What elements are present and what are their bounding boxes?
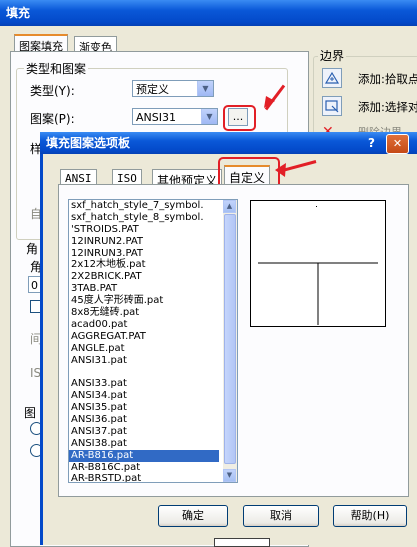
type-dropdown[interactable]: 预定义 ▼ bbox=[132, 80, 214, 97]
close-icon[interactable]: ✕ bbox=[386, 134, 409, 154]
background-thumbnail bbox=[214, 538, 270, 547]
preview-drawing bbox=[258, 206, 378, 325]
list-item[interactable]: 12INRUN3.PAT bbox=[69, 248, 219, 260]
window-title-bar: 填充 bbox=[0, 0, 417, 26]
ok-button[interactable]: 确定 bbox=[158, 505, 228, 527]
list-item[interactable]: 'STROIDS.PAT bbox=[69, 224, 219, 236]
type-label: 类型(Y): bbox=[30, 84, 75, 98]
window-title: 填充 bbox=[6, 6, 31, 20]
pick-points-icon[interactable] bbox=[322, 68, 342, 88]
list-item[interactable]: ANGLE.pat bbox=[69, 343, 219, 355]
help-button[interactable]: 帮助(H) bbox=[333, 505, 407, 527]
list-item[interactable]: 45度人字形砖面.pat bbox=[69, 295, 219, 307]
pattern-preview bbox=[250, 200, 386, 327]
pattern-value: ANSI31 bbox=[136, 111, 176, 124]
type-pattern-group-label: 类型和图案 bbox=[24, 60, 89, 77]
list-item[interactable]: 12INRUN2.PAT bbox=[69, 236, 219, 248]
list-item[interactable]: AGGREGAT.PAT bbox=[69, 331, 219, 343]
chevron-down-icon: ▼ bbox=[201, 109, 217, 124]
pattern-list[interactable]: sxf_hatch_style_7_symbol. sxf_hatch_style… bbox=[68, 199, 238, 483]
list-item[interactable]: AR-B816.pat bbox=[69, 449, 219, 462]
list-item[interactable]: sxf_hatch_style_8_symbol. bbox=[69, 212, 219, 224]
pattern-list-items: sxf_hatch_style_7_symbol. sxf_hatch_style… bbox=[69, 200, 219, 482]
list-item[interactable]: ANSI37.pat bbox=[69, 426, 219, 438]
angle-group-fragment: 角 bbox=[26, 242, 39, 256]
annotation-arrow-head bbox=[264, 96, 275, 108]
origin-group-fragment: 图 bbox=[24, 406, 37, 420]
list-item[interactable]: 2X2BRICK.PAT bbox=[69, 271, 219, 283]
list-item[interactable]: ANSI35.pat bbox=[69, 402, 219, 414]
boundary-group-label: 边界 bbox=[318, 47, 347, 64]
help-icon[interactable]: ? bbox=[368, 136, 375, 150]
list-item[interactable]: 8x8无缝砖.pat bbox=[69, 307, 219, 319]
browse-pattern-button[interactable]: ... bbox=[228, 108, 248, 126]
scrollbar[interactable]: ▲ ▼ bbox=[223, 200, 237, 482]
scroll-up-icon[interactable]: ▲ bbox=[223, 200, 236, 213]
list-item[interactable]: sxf_hatch_style_7_symbol. bbox=[69, 200, 219, 212]
chevron-down-icon: ▼ bbox=[197, 81, 213, 96]
type-value: 预定义 bbox=[136, 83, 169, 96]
cancel-button[interactable]: 取消 bbox=[243, 505, 319, 527]
list-item[interactable]: ANSI38.pat bbox=[69, 438, 219, 450]
scroll-down-icon[interactable]: ▼ bbox=[223, 469, 236, 482]
list-item[interactable]: AR-B816C.pat bbox=[69, 462, 219, 474]
delete-boundary-label: 删除边界 bbox=[358, 124, 402, 132]
select-objects-icon[interactable] bbox=[322, 96, 342, 116]
list-item[interactable]: ANSI31.pat bbox=[69, 355, 219, 367]
list-item[interactable]: AR-BRSTD.pat bbox=[69, 473, 219, 482]
pattern-dropdown[interactable]: ANSI31 ▼ bbox=[132, 108, 218, 125]
add-pick-points-label[interactable]: 添加:拾取点 bbox=[358, 71, 417, 87]
dialog-title-bar: 填充图案选项板 bbox=[40, 132, 417, 154]
dialog-title: 填充图案选项板 bbox=[46, 136, 131, 150]
list-item[interactable]: acad00.pat bbox=[69, 319, 219, 331]
list-item[interactable]: 2x12木地板.pat bbox=[69, 259, 219, 271]
pattern-label: 图案(P): bbox=[30, 112, 75, 126]
list-item[interactable] bbox=[69, 366, 219, 378]
list-item[interactable]: ANSI34.pat bbox=[69, 390, 219, 402]
scroll-thumb[interactable] bbox=[224, 214, 236, 464]
list-item[interactable]: ANSI33.pat bbox=[69, 378, 219, 390]
add-select-objects-label[interactable]: 添加:选择对象 bbox=[358, 99, 417, 115]
list-item[interactable]: ANSI36.pat bbox=[69, 414, 219, 426]
list-item[interactable]: 3TAB.PAT bbox=[69, 283, 219, 295]
annotation-arrow-head bbox=[275, 163, 286, 177]
